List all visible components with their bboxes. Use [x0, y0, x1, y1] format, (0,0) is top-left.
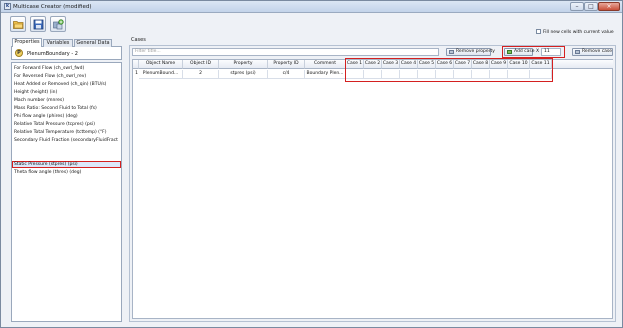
property-item[interactable]: For Reversed Flow (ch_swrl_rev) [14, 73, 121, 80]
case-cell[interactable] [400, 70, 418, 79]
column-header[interactable]: Object Name [139, 60, 183, 69]
column-header[interactable]: Case 9 [490, 60, 508, 69]
toolbar [3, 14, 620, 36]
table-cell[interactable]: PlenumBound... [139, 70, 183, 79]
column-header[interactable]: Case 11 [530, 60, 552, 69]
multicase-creator-window: k Multicase Creator (modified) – □ × Pro… [0, 0, 623, 328]
column-header[interactable]: Case 8 [472, 60, 490, 69]
column-header[interactable]: Case 1 [346, 60, 364, 69]
column-header[interactable]: Case 6 [436, 60, 454, 69]
open-button[interactable] [10, 16, 26, 32]
column-header[interactable]: Property ID [268, 60, 305, 69]
remove-case-label: Remove case [582, 49, 613, 54]
property-item[interactable]: Relative Total Pressure (tcpres) (psi) [14, 121, 121, 128]
add-items-button[interactable] [50, 16, 66, 32]
column-header[interactable]: Comment [305, 60, 346, 69]
remove-property-button[interactable]: Remove property [446, 48, 495, 56]
remove-case-button[interactable]: Remove case [572, 48, 613, 56]
minimize-button[interactable]: – [570, 2, 584, 11]
column-header[interactable]: Case 5 [418, 60, 436, 69]
maximize-button[interactable]: □ [584, 2, 598, 11]
case-cell[interactable] [530, 70, 552, 79]
property-list[interactable]: For Forward Flow (ch_swrl_fwd) For Rever… [11, 62, 122, 322]
property-item[interactable]: Phi flow angle (phires) (deg) [14, 113, 121, 120]
left-panel: Properties Variables General Data P Plen… [11, 38, 122, 322]
save-icon [33, 19, 44, 30]
case-cell[interactable] [472, 70, 490, 79]
tab-variables[interactable]: Variables [43, 39, 73, 47]
column-header[interactable]: Case 2 [364, 60, 382, 69]
remove-case-icon [575, 50, 580, 54]
case-cell[interactable] [508, 70, 530, 79]
column-header[interactable]: Property [219, 60, 268, 69]
table-cell[interactable]: 2 [183, 70, 219, 79]
column-header[interactable]: Case 3 [382, 60, 400, 69]
case-cell[interactable] [346, 70, 364, 79]
multiplier-label: X [536, 49, 540, 54]
property-item[interactable]: Heat Added or Removed (ch_qin) (BTU/s) [14, 81, 121, 88]
add-case-button[interactable]: Add case [504, 48, 535, 56]
tab-general-data[interactable]: General Data [74, 39, 112, 47]
property-item[interactable]: Relative Total Temperature (tcttemp) (°F… [14, 129, 121, 136]
remove-property-icon [449, 50, 454, 54]
open-folder-icon [13, 21, 24, 29]
cases-table[interactable]: Object Name Object ID Property Property … [132, 59, 613, 319]
table-cell[interactable]: stpres (psi) [219, 70, 268, 79]
property-item[interactable]: Mach number (mnres) [14, 97, 121, 104]
case-count-input[interactable]: 11 [541, 48, 561, 56]
plenum-node-icon: P [15, 49, 23, 57]
case-cell[interactable] [382, 70, 400, 79]
property-item[interactable]: Secondary Fluid Fraction (secondaryFluid… [14, 137, 121, 144]
close-button[interactable]: × [598, 2, 620, 11]
case-cell[interactable] [364, 70, 382, 79]
case-cell[interactable] [436, 70, 454, 79]
node-header: P PlenumBoundary - 2 [11, 47, 122, 60]
column-header[interactable]: Case 4 [400, 60, 418, 69]
property-item[interactable]: Theta flow angle (thres) (deg) [14, 169, 121, 176]
filter-title-input[interactable]: Filter title... [132, 48, 439, 56]
save-button[interactable] [30, 16, 46, 32]
table-cell[interactable]: c/4 [268, 70, 305, 79]
property-item[interactable]: Mass Ratio: Second Fluid to Total (fs) [14, 105, 121, 112]
column-header[interactable]: Object ID [183, 60, 219, 69]
table-cell[interactable]: Boundary Plen... [305, 70, 346, 79]
fill-new-cells-checkbox[interactable] [536, 29, 541, 34]
case-cell[interactable] [490, 70, 508, 79]
column-header[interactable]: Case 10 [508, 60, 530, 69]
remove-property-label: Remove property [456, 49, 495, 54]
property-item[interactable]: For Forward Flow (ch_swrl_fwd) [14, 65, 121, 72]
app-icon: k [4, 3, 11, 10]
add-case-icon [507, 50, 512, 54]
window-title: Multicase Creator (modified) [13, 4, 92, 10]
case-cell[interactable] [418, 70, 436, 79]
property-item[interactable]: Height (height) (in) [14, 89, 121, 96]
property-item-selected[interactable]: Static Pressure (stpres) (psi) [14, 161, 121, 168]
case-cell[interactable] [454, 70, 472, 79]
fill-new-cells-label: Fill new cells with current value [543, 30, 614, 35]
add-case-label: Add case [514, 49, 535, 54]
fill-new-cells-option[interactable]: Fill new cells with current value [536, 29, 614, 35]
left-tabs: Properties Variables General Data [11, 38, 122, 48]
empty-header-filler [552, 60, 613, 69]
node-label: PlenumBoundary - 2 [27, 51, 78, 57]
cases-group-label: Cases [131, 37, 146, 43]
column-header[interactable]: Case 7 [454, 60, 472, 69]
title-bar: k Multicase Creator (modified) – □ × [1, 1, 622, 13]
add-items-icon [53, 19, 64, 30]
